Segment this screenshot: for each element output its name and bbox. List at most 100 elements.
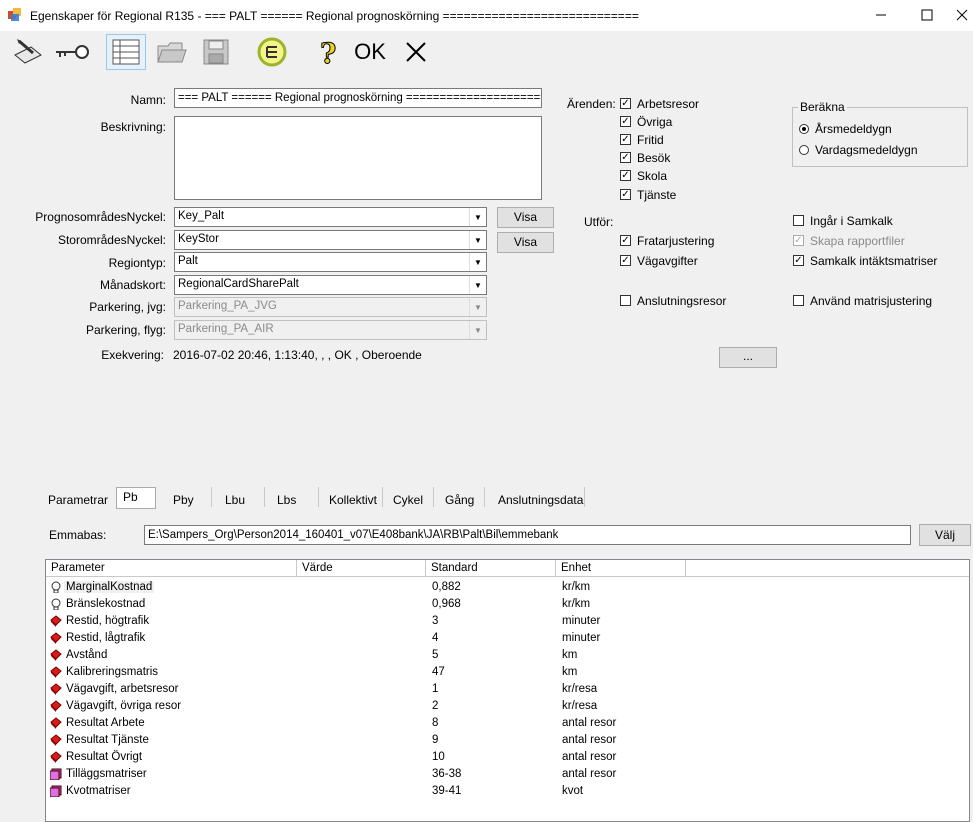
key-icon[interactable] bbox=[52, 34, 92, 70]
ok-button[interactable]: OK bbox=[350, 34, 390, 70]
arende-checkbox[interactable]: ✓ bbox=[620, 152, 631, 163]
intaktsmatriser-checkbox[interactable]: ✓ bbox=[793, 255, 804, 266]
arende-checkbox[interactable]: ✓ bbox=[620, 134, 631, 145]
tab-pby[interactable]: Pby bbox=[173, 489, 194, 511]
description-input[interactable] bbox=[174, 116, 542, 200]
arende-label: Besök bbox=[637, 151, 671, 165]
cell-unit: antal resor bbox=[562, 768, 617, 780]
open-folder-icon[interactable] bbox=[152, 34, 192, 70]
name-label: Namn: bbox=[130, 93, 166, 107]
table-row[interactable]: Restid, högtrafik 3 minuter bbox=[46, 614, 966, 631]
tab-kollektivt[interactable]: Kollektivt bbox=[329, 489, 377, 511]
cancel-icon[interactable] bbox=[396, 34, 436, 70]
red-diamond-icon bbox=[50, 700, 62, 712]
prognos-key-combo[interactable]: Key_Palt ▼ bbox=[174, 207, 487, 227]
stack-icon bbox=[49, 768, 62, 781]
col-header-parameter[interactable]: Parameter bbox=[46, 560, 297, 577]
emme-icon[interactable] bbox=[252, 34, 292, 70]
vardagsmedeldygn-radio[interactable] bbox=[799, 145, 809, 155]
table-row[interactable]: Vägavgift, övriga resor 2 kr/resa bbox=[46, 699, 966, 716]
tab-pb[interactable]: Pb bbox=[116, 487, 156, 509]
arsmedeldygn-label: Årsmedeldygn bbox=[815, 122, 892, 136]
arende-checkbox[interactable]: ✓ bbox=[620, 98, 631, 109]
table-row[interactable]: Resultat Arbete 8 antal resor bbox=[46, 716, 966, 733]
table-row[interactable]: Restid, lågtrafik 4 minuter bbox=[46, 631, 966, 648]
tab-lbs[interactable]: Lbs bbox=[277, 489, 296, 511]
ellipsis-button[interactable]: ... bbox=[719, 347, 777, 368]
visa-button-1[interactable]: Visa bbox=[497, 207, 554, 228]
parameter-grid[interactable]: Parameter Värde Standard Enhet MarginalK… bbox=[45, 559, 970, 822]
cell-unit: minuter bbox=[562, 632, 601, 644]
tab-cykel[interactable]: Cykel bbox=[393, 489, 423, 511]
monthly-card-label: Månadskort: bbox=[99, 278, 166, 292]
monthly-card-combo[interactable]: RegionalCardSharePalt ▼ bbox=[174, 275, 487, 295]
cell-param: Vägavgift, övriga resor bbox=[66, 700, 182, 712]
minimize-button[interactable] bbox=[858, 0, 904, 31]
help-icon[interactable]: ? bbox=[308, 34, 348, 70]
table-row[interactable]: Vägavgift, arbetsresor 1 kr/resa bbox=[46, 682, 966, 699]
red-diamond-icon bbox=[50, 683, 62, 695]
tab-lbu[interactable]: Lbu bbox=[225, 489, 245, 511]
matrisjustering-checkbox[interactable] bbox=[793, 295, 804, 306]
cell-param: Kvotmatriser bbox=[66, 785, 131, 797]
cell-std: 0,968 bbox=[432, 598, 461, 610]
col-header-enhet[interactable]: Enhet bbox=[556, 560, 686, 577]
fratarjustering-checkbox[interactable]: ✓ bbox=[620, 235, 631, 246]
window-title: Egenskaper för Regional R135 - === PALT … bbox=[30, 9, 639, 23]
execution-value: 2016-07-02 20:46, 1:13:40, , , OK , Ober… bbox=[173, 348, 422, 362]
prognos-key-label: PrognosområdesNyckel: bbox=[35, 210, 166, 224]
samkalk-checkbox[interactable] bbox=[793, 215, 804, 226]
red-diamond-icon bbox=[50, 717, 62, 729]
stor-key-label: StorområdesNyckel: bbox=[57, 233, 166, 247]
col-header-varde[interactable]: Värde bbox=[297, 560, 426, 577]
edit-tool-icon[interactable] bbox=[8, 34, 48, 70]
grid-view-icon[interactable] bbox=[106, 34, 146, 70]
table-row[interactable]: Resultat Tjänste 9 antal resor bbox=[46, 733, 966, 750]
cell-param: Tilläggsmatriser bbox=[66, 768, 147, 780]
cell-std: 4 bbox=[432, 632, 439, 644]
stack-icon bbox=[49, 785, 62, 798]
region-type-combo[interactable]: Palt ▼ bbox=[174, 252, 487, 272]
cell-unit: kr/resa bbox=[562, 700, 598, 712]
cell-std: 36-38 bbox=[432, 768, 462, 780]
table-row[interactable]: Tilläggsmatriser 36-38 antal resor bbox=[46, 767, 966, 784]
bulb-icon bbox=[50, 598, 62, 611]
tab-gang[interactable]: Gång bbox=[445, 489, 474, 511]
arende-checkbox[interactable]: ✓ bbox=[620, 116, 631, 127]
name-input[interactable]: === PALT ====== Regional prognoskörning … bbox=[174, 88, 542, 108]
tab-parametrar[interactable]: Parametrar bbox=[48, 489, 108, 511]
berakna-label: Beräkna bbox=[798, 100, 847, 114]
table-row[interactable]: Kalibreringsmatris 47 km bbox=[46, 665, 966, 682]
red-diamond-icon bbox=[50, 734, 62, 746]
close-button[interactable] bbox=[950, 0, 973, 31]
cell-unit: antal resor bbox=[562, 717, 617, 729]
save-icon[interactable] bbox=[196, 34, 236, 70]
utfor-label: Utför: bbox=[584, 215, 614, 229]
table-row[interactable]: Bränslekostnad 0,968 kr/km bbox=[46, 597, 966, 614]
red-diamond-icon bbox=[50, 632, 62, 644]
cell-std: 0,882 bbox=[432, 581, 461, 593]
fratarjustering-label: Fratarjustering bbox=[637, 234, 715, 248]
table-row[interactable]: Avstånd 5 km bbox=[46, 648, 966, 665]
maximize-button[interactable] bbox=[904, 0, 950, 31]
stor-key-combo[interactable]: KeyStor ▼ bbox=[174, 230, 487, 250]
tab-separator bbox=[433, 487, 434, 507]
anslutningsresor-checkbox[interactable] bbox=[620, 295, 631, 306]
table-row[interactable]: MarginalKostnad 0,882 kr/km bbox=[46, 580, 966, 597]
col-header-standard[interactable]: Standard bbox=[426, 560, 556, 577]
arende-checkbox[interactable]: ✓ bbox=[620, 170, 631, 181]
arsmedeldygn-radio[interactable] bbox=[799, 124, 809, 134]
cell-param: Bränslekostnad bbox=[66, 598, 146, 610]
col-header-filler bbox=[686, 560, 969, 577]
table-row[interactable]: Resultat Övrigt 10 antal resor bbox=[46, 750, 966, 767]
tab-anslutningsdata[interactable]: Anslutningsdata bbox=[498, 489, 583, 511]
vagavgifter-checkbox[interactable]: ✓ bbox=[620, 255, 631, 266]
cell-param: Restid, högtrafik bbox=[66, 615, 150, 627]
visa-button-2[interactable]: Visa bbox=[497, 232, 554, 253]
emmabas-path-input[interactable]: E:\Sampers_Org\Person2014_160401_v07\E40… bbox=[144, 525, 911, 545]
valj-button[interactable]: Välj bbox=[919, 524, 971, 546]
table-row[interactable]: Kvotmatriser 39-41 kvot bbox=[46, 784, 966, 801]
samkalk-label: Ingår i Samkalk bbox=[810, 214, 893, 228]
cell-unit: kr/km bbox=[562, 598, 591, 610]
arende-checkbox[interactable]: ✓ bbox=[620, 189, 631, 200]
